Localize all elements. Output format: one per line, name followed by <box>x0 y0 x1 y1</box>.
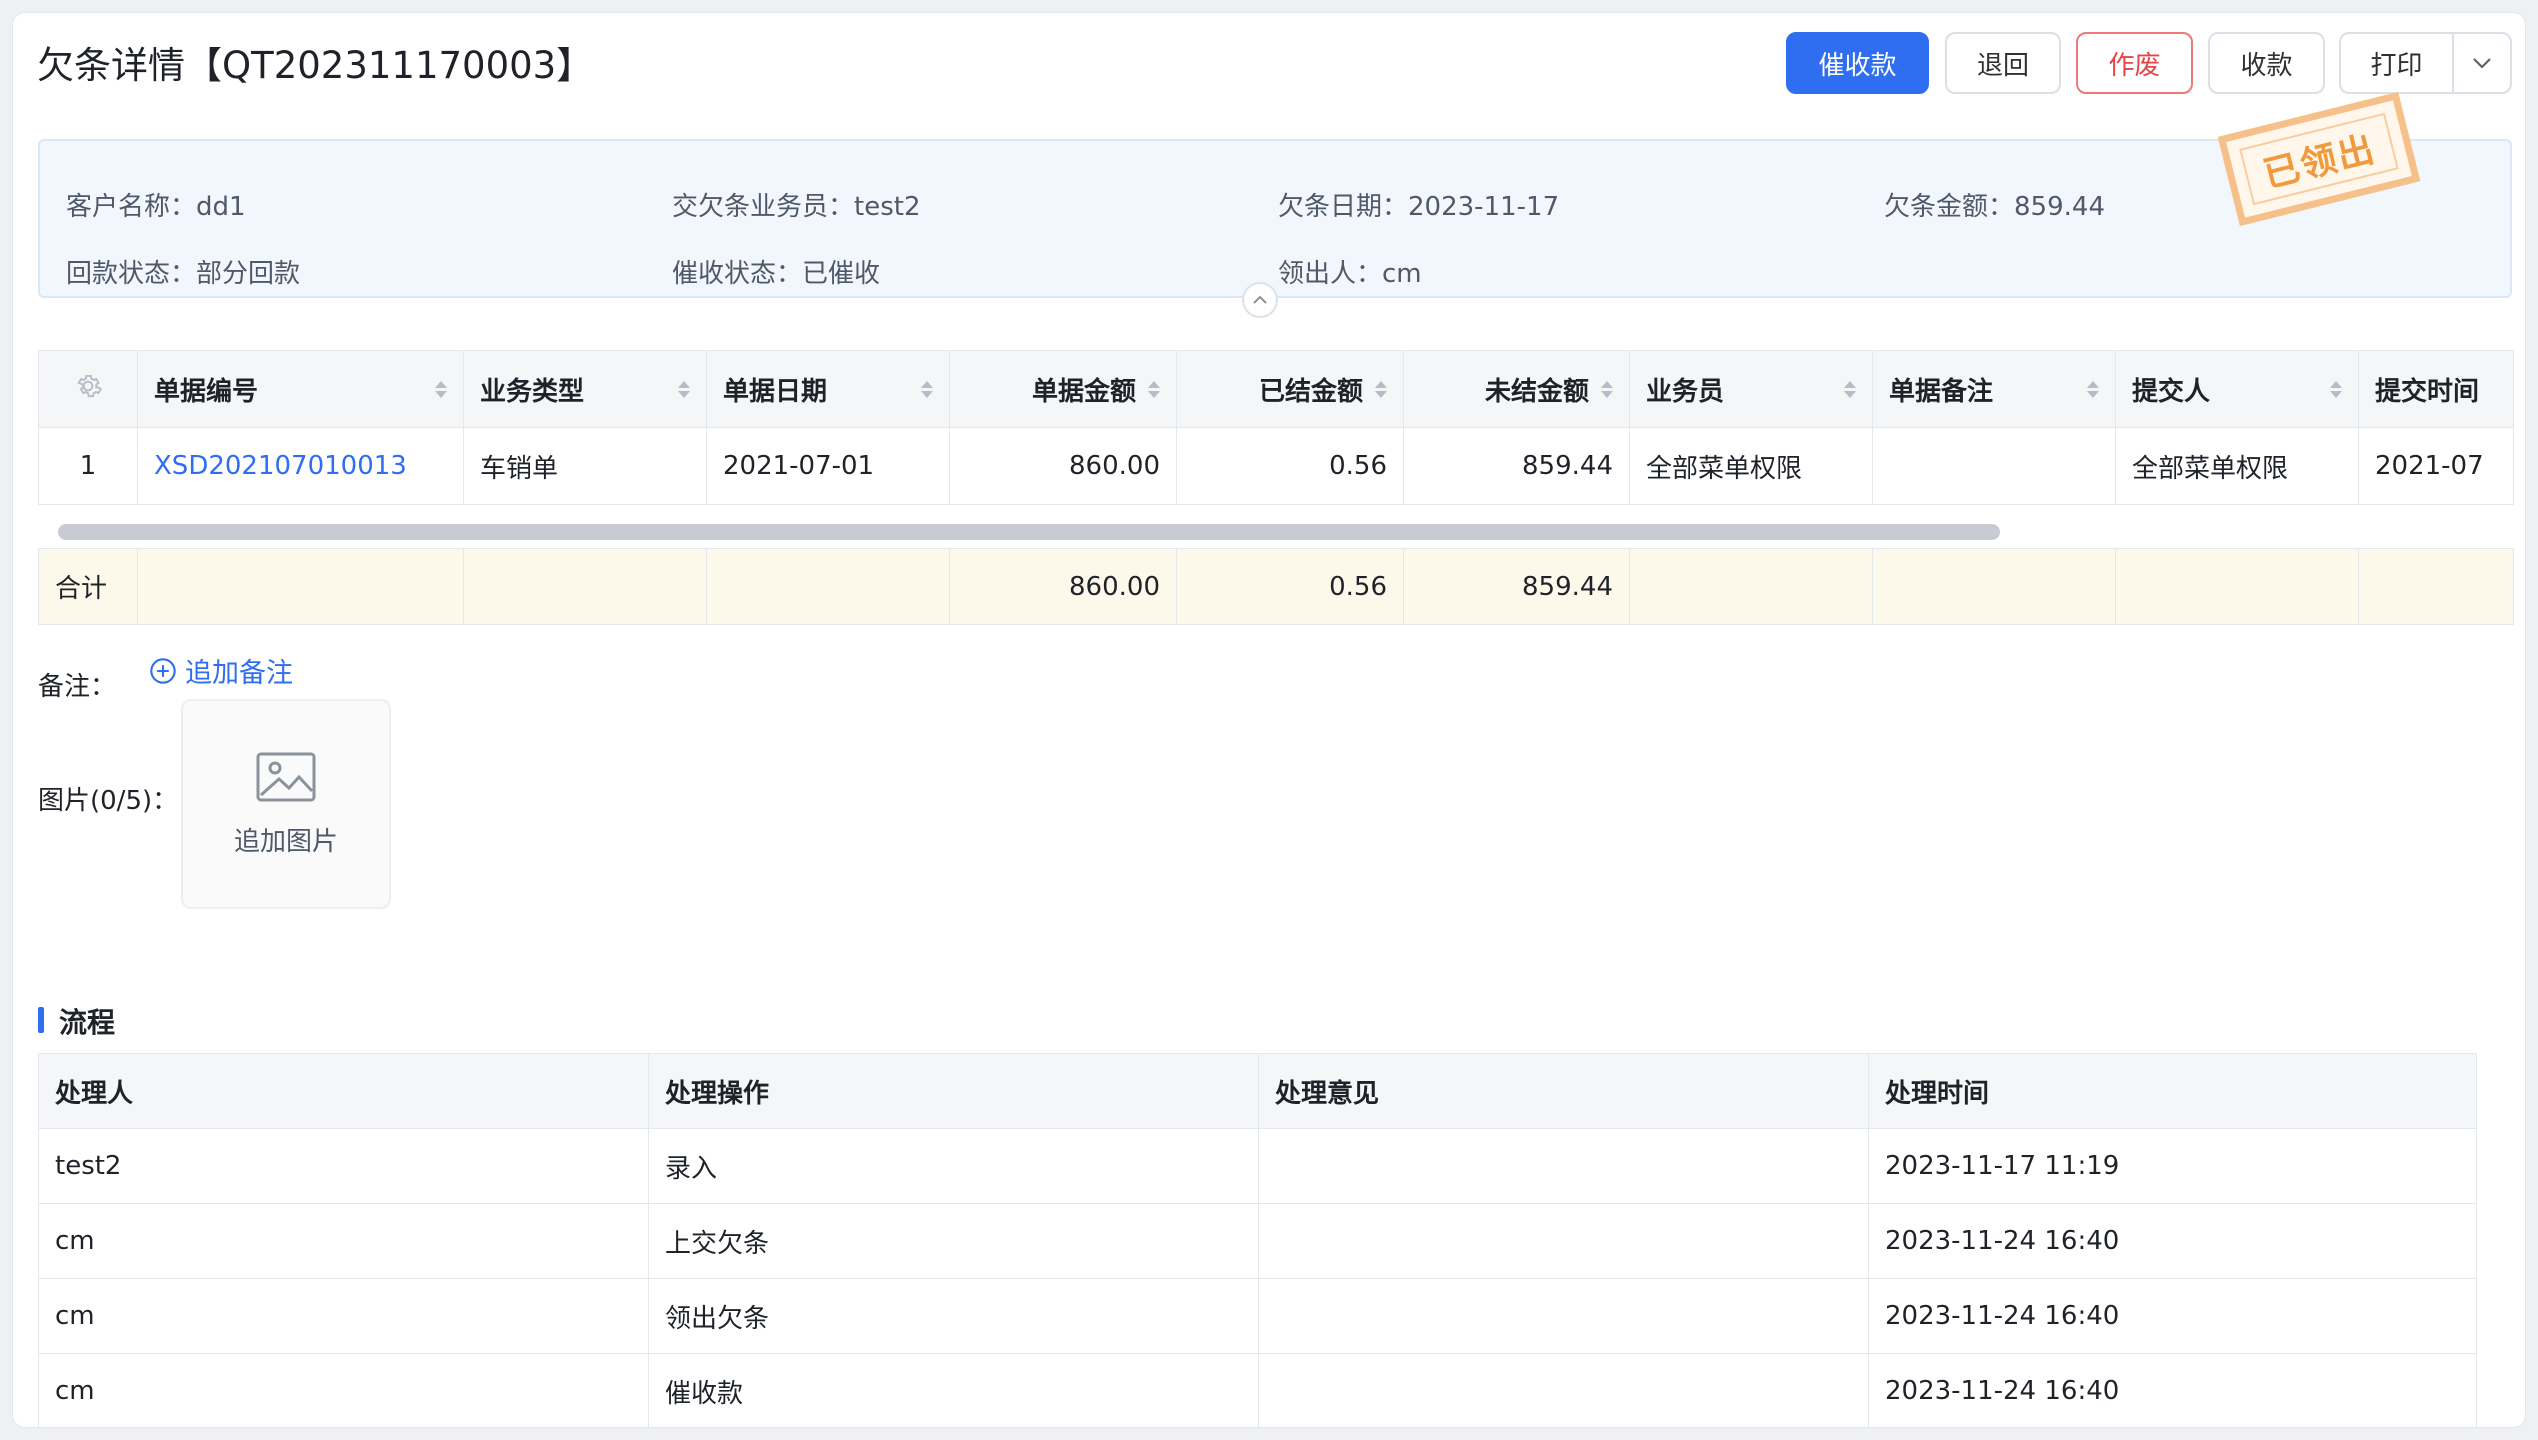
table-row[interactable]: cm 催收款 2023-11-24 16:40 <box>38 1353 2477 1427</box>
table-row[interactable]: 1 XSD202107010013 车销单 2021-07-01 860.00 … <box>38 427 2514 505</box>
urge-status: 催收状态：已催收 <box>672 259 881 289</box>
cell-biz-type: 车销单 <box>463 427 707 505</box>
table-row[interactable]: cm 领出欠条 2023-11-24 16:40 <box>38 1278 2477 1354</box>
summary-label: 合计 <box>38 548 138 625</box>
summary-table: 合计 860.00 0.56 859.44 <box>38 548 2514 625</box>
sort-icon[interactable] <box>678 380 690 398</box>
column-header-doc-amount[interactable]: 单据金额 <box>949 350 1177 428</box>
flow-header-action: 处理操作 <box>648 1053 1259 1129</box>
column-header-doc-remark[interactable]: 单据备注 <box>1872 350 2116 428</box>
taker: 领出人：cm <box>1278 259 1422 289</box>
customer-name: 客户名称：dd1 <box>66 192 246 222</box>
chevron-down-icon <box>2473 58 2491 69</box>
flow-header-time: 处理时间 <box>1868 1053 2477 1129</box>
collapse-toggle-button[interactable] <box>1242 282 1278 318</box>
cell-doc-date: 2021-07-01 <box>706 427 950 505</box>
stamp-text: 已领出 <box>2239 112 2399 206</box>
remark-label: 备注： <box>38 672 117 702</box>
column-header-submit-time[interactable]: 提交时间 <box>2358 350 2514 428</box>
summary-unsettled: 859.44 <box>1403 548 1630 625</box>
flow-table: 处理人 处理操作 处理意见 处理时间 test2 录入 2023-11-17 1… <box>38 1053 2477 1427</box>
summary-doc-amount: 860.00 <box>949 548 1177 625</box>
urge-payment-button[interactable]: 催收款 <box>1786 32 1929 94</box>
row-index: 1 <box>38 427 138 505</box>
sort-icon[interactable] <box>1601 380 1613 398</box>
add-image-button[interactable]: 追加图片 <box>181 699 391 909</box>
column-header-unsettled[interactable]: 未结金额 <box>1403 350 1630 428</box>
table-row[interactable]: test2 录入 2023-11-17 11:19 <box>38 1128 2477 1204</box>
images-label: 图片(0/5)： <box>38 786 179 816</box>
return-button[interactable]: 退回 <box>1945 32 2061 94</box>
flow-header-opinion: 处理意见 <box>1258 1053 1869 1129</box>
column-header-settled[interactable]: 已结金额 <box>1176 350 1404 428</box>
collect-payment-button[interactable]: 收款 <box>2208 32 2325 94</box>
section-accent-bar <box>38 1007 44 1033</box>
cell-submitter: 全部菜单权限 <box>2115 427 2359 505</box>
cell-submit-time: 2021-07 <box>2358 427 2514 505</box>
doc-number-link[interactable]: XSD202107010013 <box>137 427 464 505</box>
image-icon <box>256 752 316 801</box>
vertical-scrollbar[interactable] <box>2476 1115 2513 1427</box>
salesman: 交欠条业务员：test2 <box>672 192 921 222</box>
summary-settled: 0.56 <box>1176 548 1404 625</box>
cell-doc-amount: 860.00 <box>949 427 1177 505</box>
info-panel <box>38 139 2512 298</box>
sort-icon[interactable] <box>2330 380 2342 398</box>
gear-icon <box>77 374 102 397</box>
scrollbar-thumb[interactable] <box>58 524 2000 540</box>
repayment-status: 回款状态：部分回款 <box>66 259 301 289</box>
column-header-doc-date[interactable]: 单据日期 <box>706 350 950 428</box>
void-button[interactable]: 作废 <box>2076 32 2193 94</box>
cell-salesman: 全部菜单权限 <box>1629 427 1873 505</box>
page-container: 欠条详情【QT202311170003】 催收款 退回 作废 收款 打印 客户名… <box>13 13 2525 1427</box>
iou-amount: 欠条金额：859.44 <box>1884 192 2105 222</box>
sort-icon[interactable] <box>921 380 933 398</box>
print-button[interactable]: 打印 <box>2339 32 2454 94</box>
cell-unsettled: 859.44 <box>1403 427 1630 505</box>
sort-icon[interactable] <box>1844 380 1856 398</box>
column-settings-cell[interactable] <box>38 350 138 428</box>
table-row[interactable]: cm 上交欠条 2023-11-24 16:40 <box>38 1203 2477 1279</box>
chevron-up-icon <box>1253 295 1267 304</box>
iou-date: 欠条日期：2023-11-17 <box>1278 192 1560 222</box>
sort-icon[interactable] <box>435 380 447 398</box>
add-remark-link[interactable]: 追加备注 <box>149 651 293 690</box>
plus-circle-icon <box>150 657 176 684</box>
sort-icon[interactable] <box>2087 380 2099 398</box>
documents-table: 单据编号 业务类型 单据日期 单据金额 已结金额 未结金额 业务员 单据备注 提… <box>38 350 2514 505</box>
column-header-submitter[interactable]: 提交人 <box>2115 350 2359 428</box>
cell-doc-remark <box>1872 427 2116 505</box>
sort-icon[interactable] <box>1148 380 1160 398</box>
print-dropdown-button[interactable] <box>2454 32 2512 94</box>
flow-section-title: 流程 <box>59 1006 116 1039</box>
horizontal-scrollbar[interactable] <box>38 518 2513 540</box>
column-header-biz-type[interactable]: 业务类型 <box>463 350 707 428</box>
column-header-salesman[interactable]: 业务员 <box>1629 350 1873 428</box>
sort-icon[interactable] <box>1375 380 1387 398</box>
flow-header-handler: 处理人 <box>38 1053 649 1129</box>
cell-settled: 0.56 <box>1176 427 1404 505</box>
column-header-doc-no[interactable]: 单据编号 <box>137 350 464 428</box>
page-title: 欠条详情【QT202311170003】 <box>37 44 594 87</box>
